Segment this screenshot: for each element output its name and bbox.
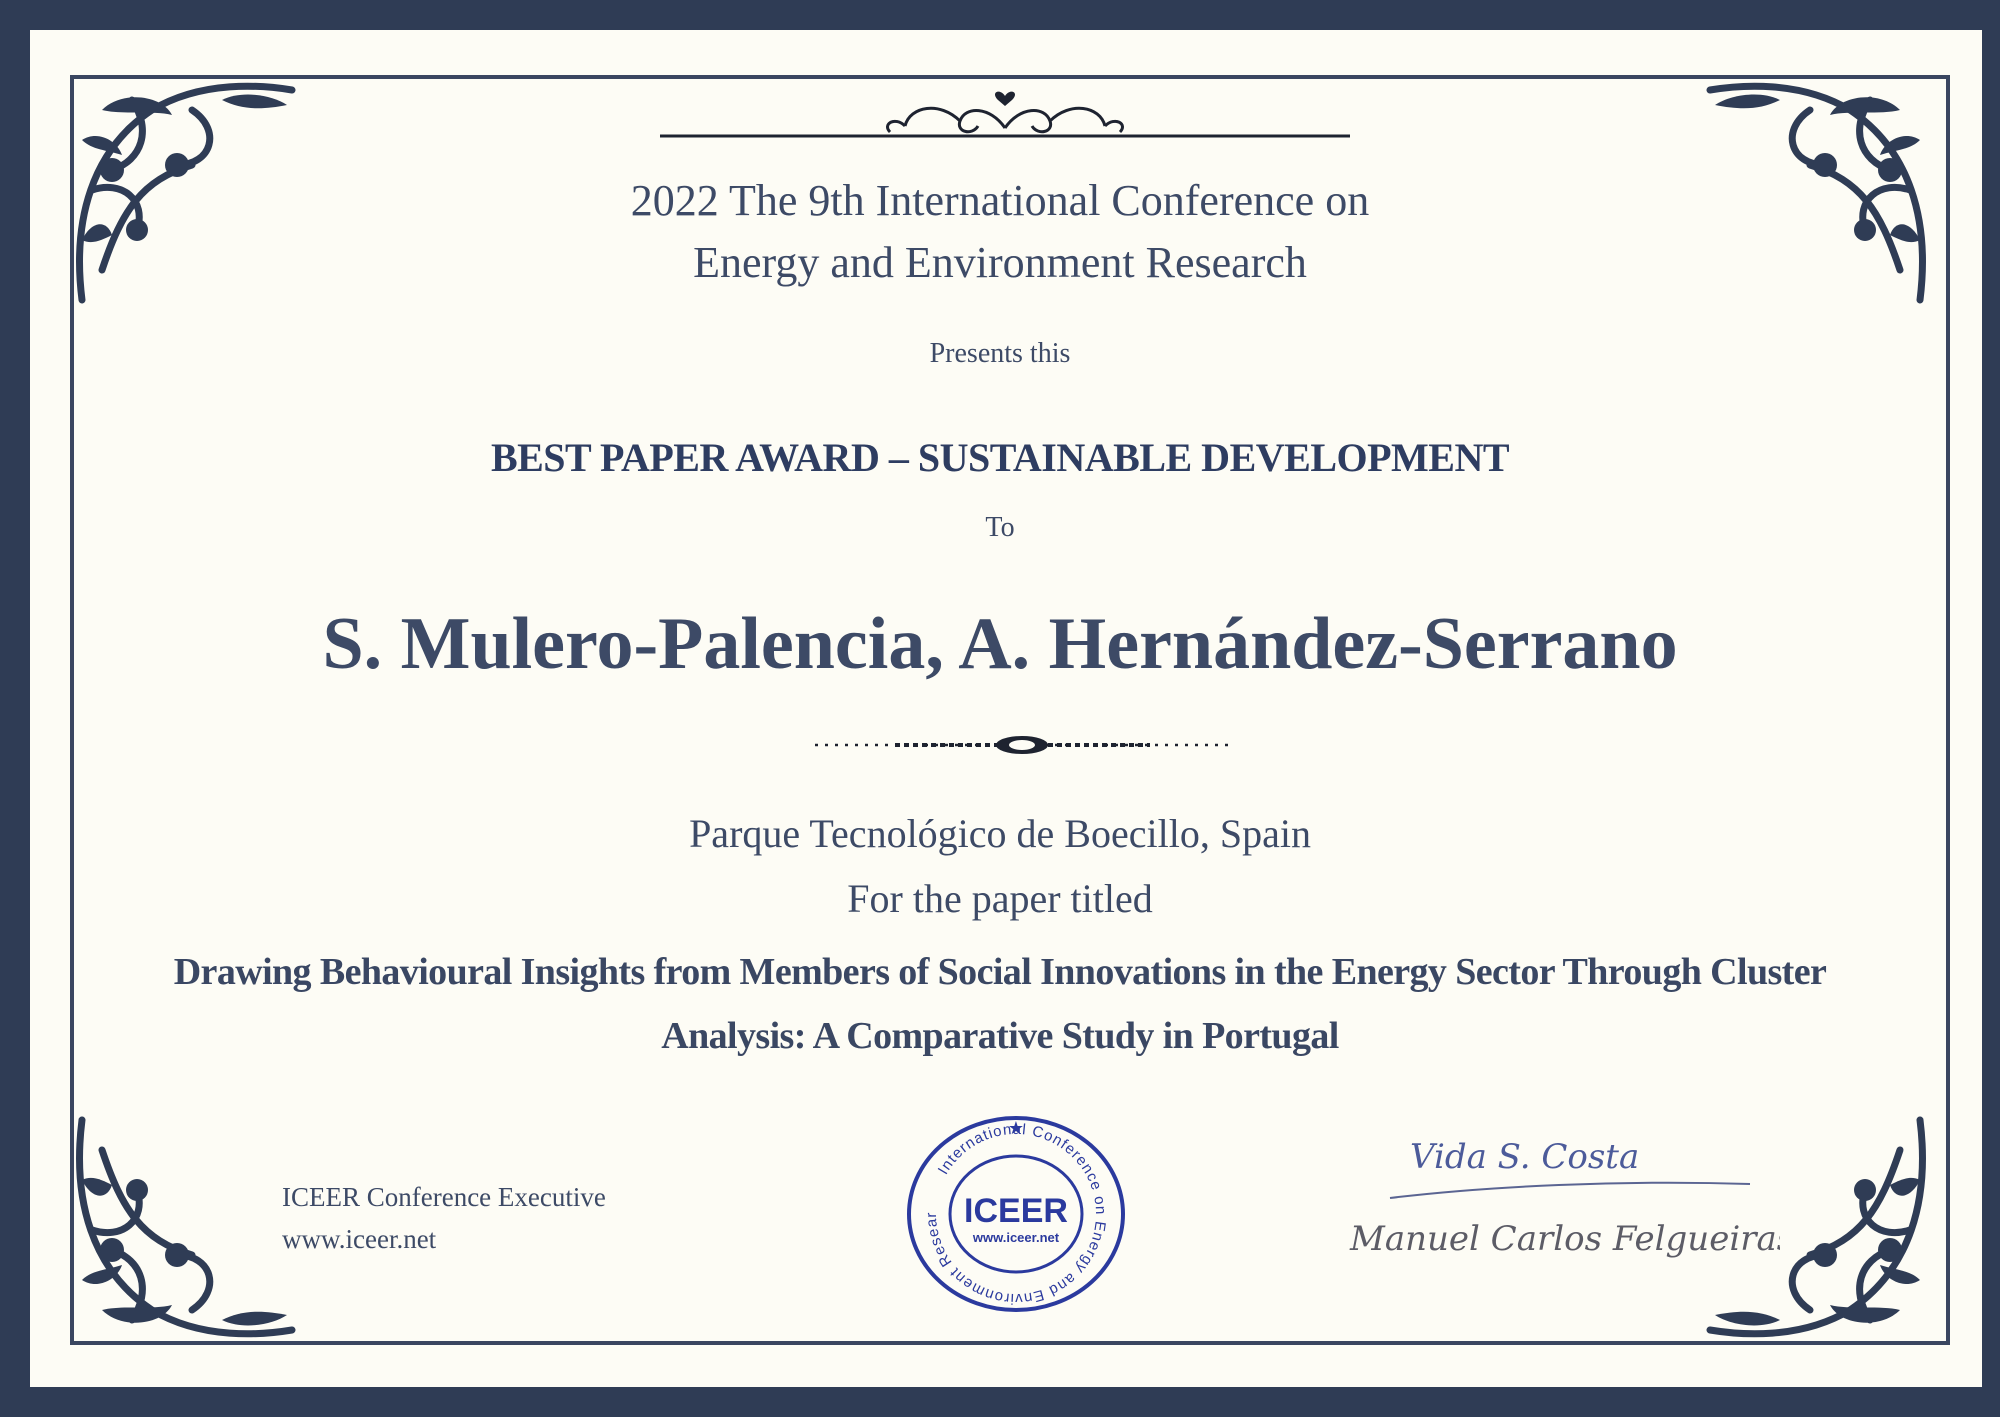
seal-url: www.iceer.net [972,1230,1060,1245]
flourish-icon [76,1116,296,1338]
top-scroll-ornament-icon [660,91,1350,138]
recipient-names: S. Mulero-Palencia, A. Hernández-Serrano [322,603,1678,685]
seal-name: ICEER [964,1192,1068,1230]
seal-star: ★ [1008,1118,1024,1139]
affiliation: Parque Tecnológico de Boecillo, Spain [689,811,1311,856]
dotted-divider-ornament-icon [815,736,1230,754]
paper-title-line1: Drawing Behavioural Insights from Member… [173,951,1827,993]
signatures-image: Vida S. Costa Manuel Carlos Felgueiras. [1349,1137,1780,1259]
conference-title: 2022 The 9th International Conference on… [0,170,2000,294]
executive-block: ICEER Conference Executive www.iceer.net [282,1176,606,1260]
to-text: To [985,512,1015,543]
corner-ornament-bottom-left [62,1110,302,1350]
signature-line2: Manuel Carlos Felgueiras. [1349,1219,1780,1259]
paper-title: Drawing Behavioural Insights from Member… [0,940,2000,1068]
award-title: BEST PAPER AWARD – SUSTAINABLE DEVELOPME… [490,435,1510,480]
for-paper-text: For the paper titled [847,876,1153,921]
presents-text: Presents this [929,338,1071,369]
iceer-seal-icon: International Conference on Energy and E… [905,1114,1125,1312]
conference-title-line1: 2022 The 9th International Conference on [630,176,1370,225]
conference-title-line2: Energy and Environment Research [693,238,1307,287]
signature-line1: Vida S. Costa [1410,1137,1639,1177]
executive-label: ICEER Conference Executive [282,1182,606,1212]
paper-title-line2: Analysis: A Comparative Study in Portuga… [661,1015,1339,1057]
executive-website: www.iceer.net [282,1224,437,1254]
